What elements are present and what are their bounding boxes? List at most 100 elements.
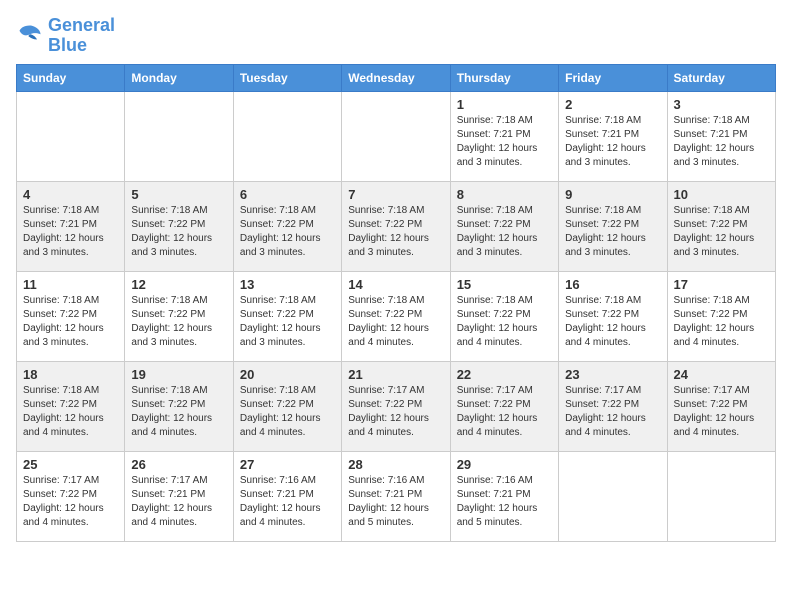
calendar-week-row: 25 Sunrise: 7:17 AMSunset: 7:22 PMDayligh… [17, 451, 776, 541]
day-number: 14 [348, 277, 443, 292]
day-info: Sunrise: 7:18 AMSunset: 7:22 PMDaylight:… [348, 204, 443, 260]
day-number: 1 [457, 97, 552, 112]
logo-icon [16, 22, 44, 50]
day-info: Sunrise: 7:18 AMSunset: 7:22 PMDaylight:… [674, 204, 769, 260]
weekday-header: Thursday [450, 64, 558, 91]
day-number: 2 [565, 97, 660, 112]
calendar-cell: 1 Sunrise: 7:18 AMSunset: 7:21 PMDaylight… [450, 91, 558, 181]
day-info: Sunrise: 7:16 AMSunset: 7:21 PMDaylight:… [348, 474, 443, 530]
day-number: 22 [457, 367, 552, 382]
day-number: 19 [131, 367, 226, 382]
day-info: Sunrise: 7:18 AMSunset: 7:22 PMDaylight:… [565, 204, 660, 260]
day-info: Sunrise: 7:16 AMSunset: 7:21 PMDaylight:… [240, 474, 335, 530]
day-number: 6 [240, 187, 335, 202]
calendar-table: SundayMondayTuesdayWednesdayThursdayFrid… [16, 64, 776, 542]
day-info: Sunrise: 7:18 AMSunset: 7:22 PMDaylight:… [23, 384, 118, 440]
calendar-cell: 11Sunrise: 7:18 AMSunset: 7:22 PMDayligh… [17, 271, 125, 361]
calendar-cell: 2 Sunrise: 7:18 AMSunset: 7:21 PMDaylight… [559, 91, 667, 181]
day-number: 9 [565, 187, 660, 202]
day-number: 26 [131, 457, 226, 472]
day-info: Sunrise: 7:17 AMSunset: 7:22 PMDaylight:… [674, 384, 769, 440]
calendar-cell: 3 Sunrise: 7:18 AMSunset: 7:21 PMDaylight… [667, 91, 775, 181]
day-number: 13 [240, 277, 335, 292]
weekday-header: Tuesday [233, 64, 341, 91]
day-info: Sunrise: 7:16 AMSunset: 7:21 PMDaylight:… [457, 474, 552, 530]
calendar-cell: 6 Sunrise: 7:18 AMSunset: 7:22 PMDaylight… [233, 181, 341, 271]
calendar-cell: 12 Sunrise: 7:18 AMSunset: 7:22 PMDayligh… [125, 271, 233, 361]
calendar-week-row: 18 Sunrise: 7:18 AMSunset: 7:22 PMDayligh… [17, 361, 776, 451]
calendar-cell: 20 Sunrise: 7:18 AMSunset: 7:22 PMDayligh… [233, 361, 341, 451]
day-info: Sunrise: 7:18 AMSunset: 7:22 PMDaylight:… [348, 294, 443, 350]
calendar-cell: 21 Sunrise: 7:17 AMSunset: 7:22 PMDayligh… [342, 361, 450, 451]
calendar-cell: 16Sunrise: 7:18 AMSunset: 7:22 PMDayligh… [559, 271, 667, 361]
calendar-cell [233, 91, 341, 181]
calendar-cell: 9 Sunrise: 7:18 AMSunset: 7:22 PMDaylight… [559, 181, 667, 271]
day-number: 11 [23, 277, 118, 292]
day-number: 7 [348, 187, 443, 202]
day-info: Sunrise: 7:18 AMSunset: 7:22 PMDaylight:… [240, 384, 335, 440]
calendar-cell: 8Sunrise: 7:18 AMSunset: 7:22 PMDaylight… [450, 181, 558, 271]
weekday-header: Friday [559, 64, 667, 91]
header-row: SundayMondayTuesdayWednesdayThursdayFrid… [17, 64, 776, 91]
calendar-cell: 7 Sunrise: 7:18 AMSunset: 7:22 PMDaylight… [342, 181, 450, 271]
day-info: Sunrise: 7:18 AMSunset: 7:22 PMDaylight:… [131, 294, 226, 350]
day-info: Sunrise: 7:17 AMSunset: 7:21 PMDaylight:… [131, 474, 226, 530]
day-info: Sunrise: 7:18 AMSunset: 7:22 PMDaylight:… [131, 204, 226, 260]
day-info: Sunrise: 7:18 AMSunset: 7:21 PMDaylight:… [565, 114, 660, 170]
calendar-cell [559, 451, 667, 541]
calendar-cell: 27 Sunrise: 7:16 AMSunset: 7:21 PMDayligh… [233, 451, 341, 541]
day-number: 21 [348, 367, 443, 382]
calendar-cell [667, 451, 775, 541]
logo-text: General Blue [48, 16, 115, 56]
weekday-header: Wednesday [342, 64, 450, 91]
calendar-week-row: 4 Sunrise: 7:18 AMSunset: 7:21 PMDaylight… [17, 181, 776, 271]
calendar-week-row: 11 Sunrise: 7:18 AMSunset: 7:22 PMDayligh… [17, 271, 776, 361]
day-info: Sunrise: 7:18 AMSunset: 7:21 PMDaylight:… [674, 114, 769, 170]
day-number: 24 [674, 367, 769, 382]
calendar-cell [17, 91, 125, 181]
day-number: 20 [240, 367, 335, 382]
day-info: Sunrise: 7:18 AMSunset: 7:22 PMDaylight:… [240, 204, 335, 260]
day-info: Sunrise: 7:18 AMSunset: 7:21 PMDaylight:… [23, 204, 118, 260]
calendar-cell: 10Sunrise: 7:18 AMSunset: 7:22 PMDayligh… [667, 181, 775, 271]
day-info: Sunrise: 7:18 AMSunset: 7:22 PMDaylight:… [131, 384, 226, 440]
calendar-cell [342, 91, 450, 181]
calendar-cell: 5Sunrise: 7:18 AMSunset: 7:22 PMDaylight… [125, 181, 233, 271]
day-info: Sunrise: 7:17 AMSunset: 7:22 PMDaylight:… [23, 474, 118, 530]
day-number: 25 [23, 457, 118, 472]
day-number: 4 [23, 187, 118, 202]
day-info: Sunrise: 7:18 AMSunset: 7:22 PMDaylight:… [457, 204, 552, 260]
day-number: 12 [131, 277, 226, 292]
day-number: 18 [23, 367, 118, 382]
calendar-cell: 25 Sunrise: 7:17 AMSunset: 7:22 PMDayligh… [17, 451, 125, 541]
day-info: Sunrise: 7:17 AMSunset: 7:22 PMDaylight:… [348, 384, 443, 440]
calendar-week-row: 1 Sunrise: 7:18 AMSunset: 7:21 PMDaylight… [17, 91, 776, 181]
day-number: 23 [565, 367, 660, 382]
day-number: 27 [240, 457, 335, 472]
calendar-header: SundayMondayTuesdayWednesdayThursdayFrid… [17, 64, 776, 91]
calendar-cell: 22 Sunrise: 7:17 AMSunset: 7:22 PMDayligh… [450, 361, 558, 451]
weekday-header: Saturday [667, 64, 775, 91]
weekday-header: Monday [125, 64, 233, 91]
day-info: Sunrise: 7:18 AMSunset: 7:21 PMDaylight:… [457, 114, 552, 170]
day-info: Sunrise: 7:18 AMSunset: 7:22 PMDaylight:… [674, 294, 769, 350]
calendar-cell: 23 Sunrise: 7:17 AMSunset: 7:22 PMDayligh… [559, 361, 667, 451]
calendar-cell: 4 Sunrise: 7:18 AMSunset: 7:21 PMDaylight… [17, 181, 125, 271]
calendar-body: 1 Sunrise: 7:18 AMSunset: 7:21 PMDaylight… [17, 91, 776, 541]
day-info: Sunrise: 7:18 AMSunset: 7:22 PMDaylight:… [457, 294, 552, 350]
logo: General Blue [16, 16, 115, 56]
day-number: 16 [565, 277, 660, 292]
day-info: Sunrise: 7:17 AMSunset: 7:22 PMDaylight:… [565, 384, 660, 440]
day-number: 29 [457, 457, 552, 472]
day-info: Sunrise: 7:17 AMSunset: 7:22 PMDaylight:… [457, 384, 552, 440]
calendar-cell: 29 Sunrise: 7:16 AMSunset: 7:21 PMDayligh… [450, 451, 558, 541]
day-number: 15 [457, 277, 552, 292]
calendar-cell: 17 Sunrise: 7:18 AMSunset: 7:22 PMDayligh… [667, 271, 775, 361]
day-number: 3 [674, 97, 769, 112]
calendar-cell [125, 91, 233, 181]
weekday-header: Sunday [17, 64, 125, 91]
calendar-cell: 13 Sunrise: 7:18 AMSunset: 7:22 PMDayligh… [233, 271, 341, 361]
day-info: Sunrise: 7:18 AMSunset: 7:22 PMDaylight:… [240, 294, 335, 350]
calendar-cell: 26 Sunrise: 7:17 AMSunset: 7:21 PMDayligh… [125, 451, 233, 541]
day-number: 17 [674, 277, 769, 292]
